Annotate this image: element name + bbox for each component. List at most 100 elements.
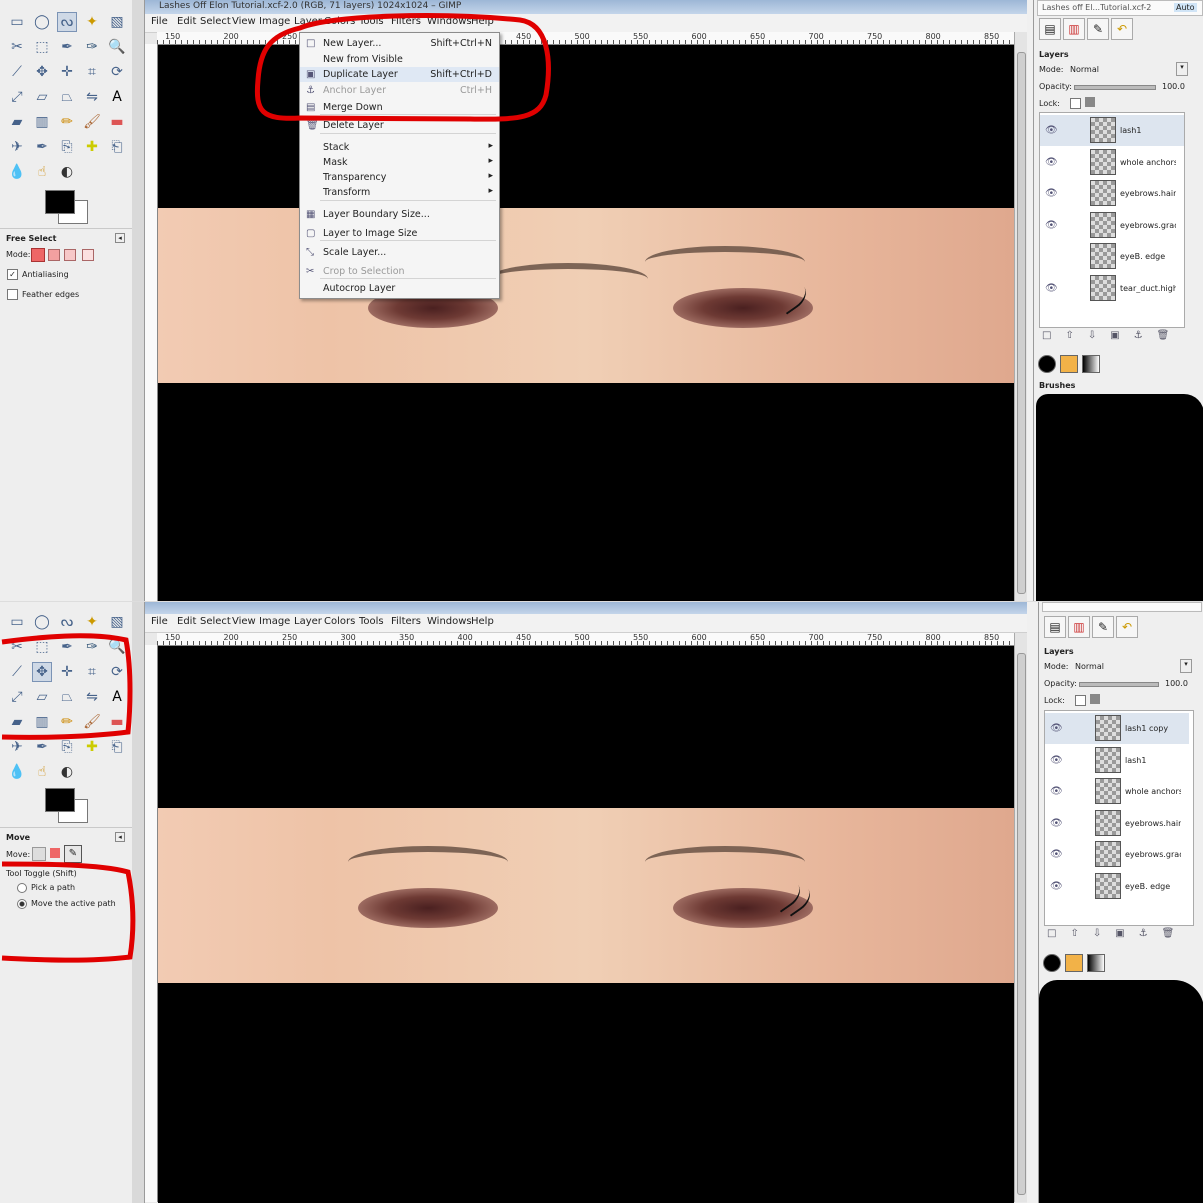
pattern-icon[interactable] bbox=[1065, 954, 1083, 972]
layer-row[interactable]: 👁 eyebrows.grad bbox=[1040, 210, 1184, 241]
pencil-icon[interactable]: ✏ bbox=[57, 112, 77, 132]
eraser-icon[interactable]: ▬ bbox=[107, 712, 127, 732]
perspective-icon[interactable]: ⏢ bbox=[57, 87, 77, 107]
scale-icon[interactable]: ⤢ bbox=[7, 87, 27, 107]
lock-pixels-checkbox[interactable] bbox=[1070, 98, 1081, 109]
lock-alpha-icon[interactable] bbox=[1090, 694, 1100, 704]
layer-menu-item-autocrop-layer[interactable]: Autocrop Layer bbox=[300, 281, 499, 296]
ellipse-select-icon[interactable]: ◯ bbox=[32, 612, 52, 632]
channels-tab-icon[interactable]: ▥ bbox=[1068, 616, 1090, 638]
menu-help[interactable]: Help bbox=[471, 16, 494, 27]
menu-file[interactable]: File bbox=[151, 616, 168, 627]
color-select-icon[interactable]: ▧ bbox=[107, 612, 127, 632]
layer-menu-item-transparency[interactable]: Transparency ▸ bbox=[300, 170, 499, 185]
foreground-select-icon[interactable]: ⬚ bbox=[32, 37, 52, 57]
free-select-icon[interactable]: ᔓ bbox=[57, 612, 77, 632]
ink-icon[interactable]: ✒ bbox=[32, 737, 52, 757]
layer-menu-item-delete-layer[interactable]: 🗑 Delete Layer bbox=[300, 118, 499, 133]
horizontal-ruler[interactable]: 1502002503003504004505005506006507007508… bbox=[157, 32, 1015, 45]
layer-menu-item-duplicate-layer[interactable]: ▣ Duplicate Layer Shift+Ctrl+D bbox=[300, 67, 499, 82]
move-path-icon[interactable]: ✎ bbox=[64, 845, 82, 863]
dock-auto-button[interactable]: Auto bbox=[1174, 3, 1197, 12]
layer-buttons[interactable]: □⇧⇩▣⚓🗑 bbox=[1047, 928, 1188, 939]
align-icon[interactable]: ✛ bbox=[57, 662, 77, 682]
text-icon[interactable]: A bbox=[107, 687, 127, 707]
vertical-scrollbar[interactable] bbox=[1014, 32, 1027, 601]
menu-select[interactable]: Select bbox=[200, 616, 231, 627]
mode-dropdown-icon[interactable]: ▾ bbox=[1180, 659, 1192, 673]
visibility-eye-icon[interactable]: 👁 bbox=[1050, 881, 1063, 892]
clone-icon[interactable]: ⎘ bbox=[57, 737, 77, 757]
paintbrush-icon[interactable]: 🖌 bbox=[82, 112, 102, 132]
menu-select[interactable]: Select bbox=[200, 16, 231, 27]
layer-row[interactable]: 👁 eyebrows.hair# bbox=[1045, 808, 1189, 839]
mode-dropdown-icon[interactable]: ▾ bbox=[1176, 62, 1188, 76]
menu-windows[interactable]: Windows bbox=[427, 16, 472, 27]
layers-tab-icon[interactable]: ▤ bbox=[1044, 616, 1066, 638]
color-select-icon[interactable]: ▧ bbox=[107, 12, 127, 32]
antialiasing-checkbox[interactable]: ✓ bbox=[7, 269, 18, 280]
scale-icon[interactable]: ⤢ bbox=[7, 687, 27, 707]
vertical-ruler[interactable] bbox=[145, 44, 158, 601]
smudge-icon[interactable]: ☝ bbox=[32, 762, 52, 782]
blur-icon[interactable]: 💧 bbox=[7, 762, 27, 782]
perspective-clone-icon[interactable]: ⎗ bbox=[107, 737, 127, 757]
layer-row[interactable]: 👁 whole anchors bbox=[1045, 776, 1189, 807]
visibility-eye-icon[interactable]: 👁 bbox=[1050, 849, 1063, 860]
ink-icon[interactable]: ✒ bbox=[32, 137, 52, 157]
layer-menu-item-mask[interactable]: Mask ▸ bbox=[300, 155, 499, 170]
menu-help[interactable]: Help bbox=[471, 616, 494, 627]
move-icon[interactable]: ✥ bbox=[32, 62, 52, 82]
foreground-color-swatch[interactable] bbox=[45, 788, 75, 812]
move-layer-icon[interactable] bbox=[32, 847, 46, 861]
bucket-fill-icon[interactable]: ▰ bbox=[7, 712, 27, 732]
foreground-color-swatch[interactable] bbox=[45, 190, 75, 214]
paintbrush-icon[interactable]: 🖌 bbox=[82, 712, 102, 732]
perspective-icon[interactable]: ⏢ bbox=[57, 687, 77, 707]
foreground-select-icon[interactable]: ⬚ bbox=[32, 637, 52, 657]
scissors-icon[interactable]: ✂ bbox=[7, 37, 27, 57]
brush-icon[interactable] bbox=[1038, 355, 1056, 373]
layer-menu-item-new-from-visible[interactable]: New from Visible bbox=[300, 52, 499, 67]
align-icon[interactable]: ✛ bbox=[57, 62, 77, 82]
layer-menu-item-anchor-layer[interactable]: ⚓ Anchor Layer Ctrl+H bbox=[300, 83, 499, 98]
layer-row[interactable]: 👁 eyeB. edge bbox=[1045, 871, 1189, 902]
menu-tools[interactable]: Tools bbox=[359, 16, 384, 27]
menu-layer[interactable]: Layer bbox=[294, 616, 322, 627]
scissors-icon[interactable]: ✂ bbox=[7, 637, 27, 657]
canvas[interactable] bbox=[158, 45, 1014, 601]
layer-menu-item-new-layer[interactable]: □ New Layer... Shift+Ctrl+N bbox=[300, 36, 499, 51]
lock-pixels-checkbox[interactable] bbox=[1075, 695, 1086, 706]
crop-icon[interactable]: ⌗ bbox=[82, 62, 102, 82]
opacity-value[interactable]: 100.0 bbox=[1165, 679, 1188, 688]
horizontal-ruler[interactable]: 1502002503003504004505005506006507007508… bbox=[157, 633, 1015, 646]
canvas[interactable] bbox=[158, 646, 1014, 1203]
pick-path-radio[interactable] bbox=[17, 883, 27, 893]
mode-intersect-icon[interactable] bbox=[82, 249, 94, 261]
layer-buttons[interactable]: □⇧⇩▣⚓🗑 bbox=[1042, 330, 1183, 341]
paths-tab-icon[interactable]: ✎ bbox=[1092, 616, 1114, 638]
zoom-icon[interactable]: 🔍 bbox=[107, 637, 127, 657]
menu-image[interactable]: Image bbox=[259, 16, 290, 27]
visibility-eye-icon[interactable]: 👁 bbox=[1045, 157, 1058, 168]
opacity-slider[interactable] bbox=[1074, 85, 1156, 90]
flip-icon[interactable]: ⇋ bbox=[82, 87, 102, 107]
layer-menu-item-stack[interactable]: Stack ▸ bbox=[300, 140, 499, 155]
color-picker-icon[interactable]: ✑ bbox=[82, 37, 102, 57]
layer-row[interactable]: 👁 tear_duct.highl bbox=[1040, 273, 1184, 304]
mode-replace-icon[interactable] bbox=[31, 248, 45, 262]
blend-icon[interactable]: ▥ bbox=[32, 712, 52, 732]
menu-colors[interactable]: Colors bbox=[324, 616, 355, 627]
layer-menu-item-crop-to-selection[interactable]: ✂ Crop to Selection bbox=[300, 264, 499, 279]
layer-row[interactable]: eyeB. edge bbox=[1040, 241, 1184, 272]
menu-edit[interactable]: Edit bbox=[177, 16, 196, 27]
menu-tools[interactable]: Tools bbox=[359, 616, 384, 627]
menu-layer[interactable]: Layer bbox=[294, 16, 322, 27]
visibility-eye-icon[interactable]: 👁 bbox=[1050, 755, 1063, 766]
pattern-icon[interactable] bbox=[1060, 355, 1078, 373]
rotate-icon[interactable]: ⟳ bbox=[107, 62, 127, 82]
visibility-eye-icon[interactable]: 👁 bbox=[1050, 818, 1063, 829]
layers-tab-icon[interactable]: ▤ bbox=[1039, 18, 1061, 40]
vertical-ruler[interactable] bbox=[145, 645, 158, 1202]
mode-value[interactable]: Normal bbox=[1070, 65, 1099, 74]
